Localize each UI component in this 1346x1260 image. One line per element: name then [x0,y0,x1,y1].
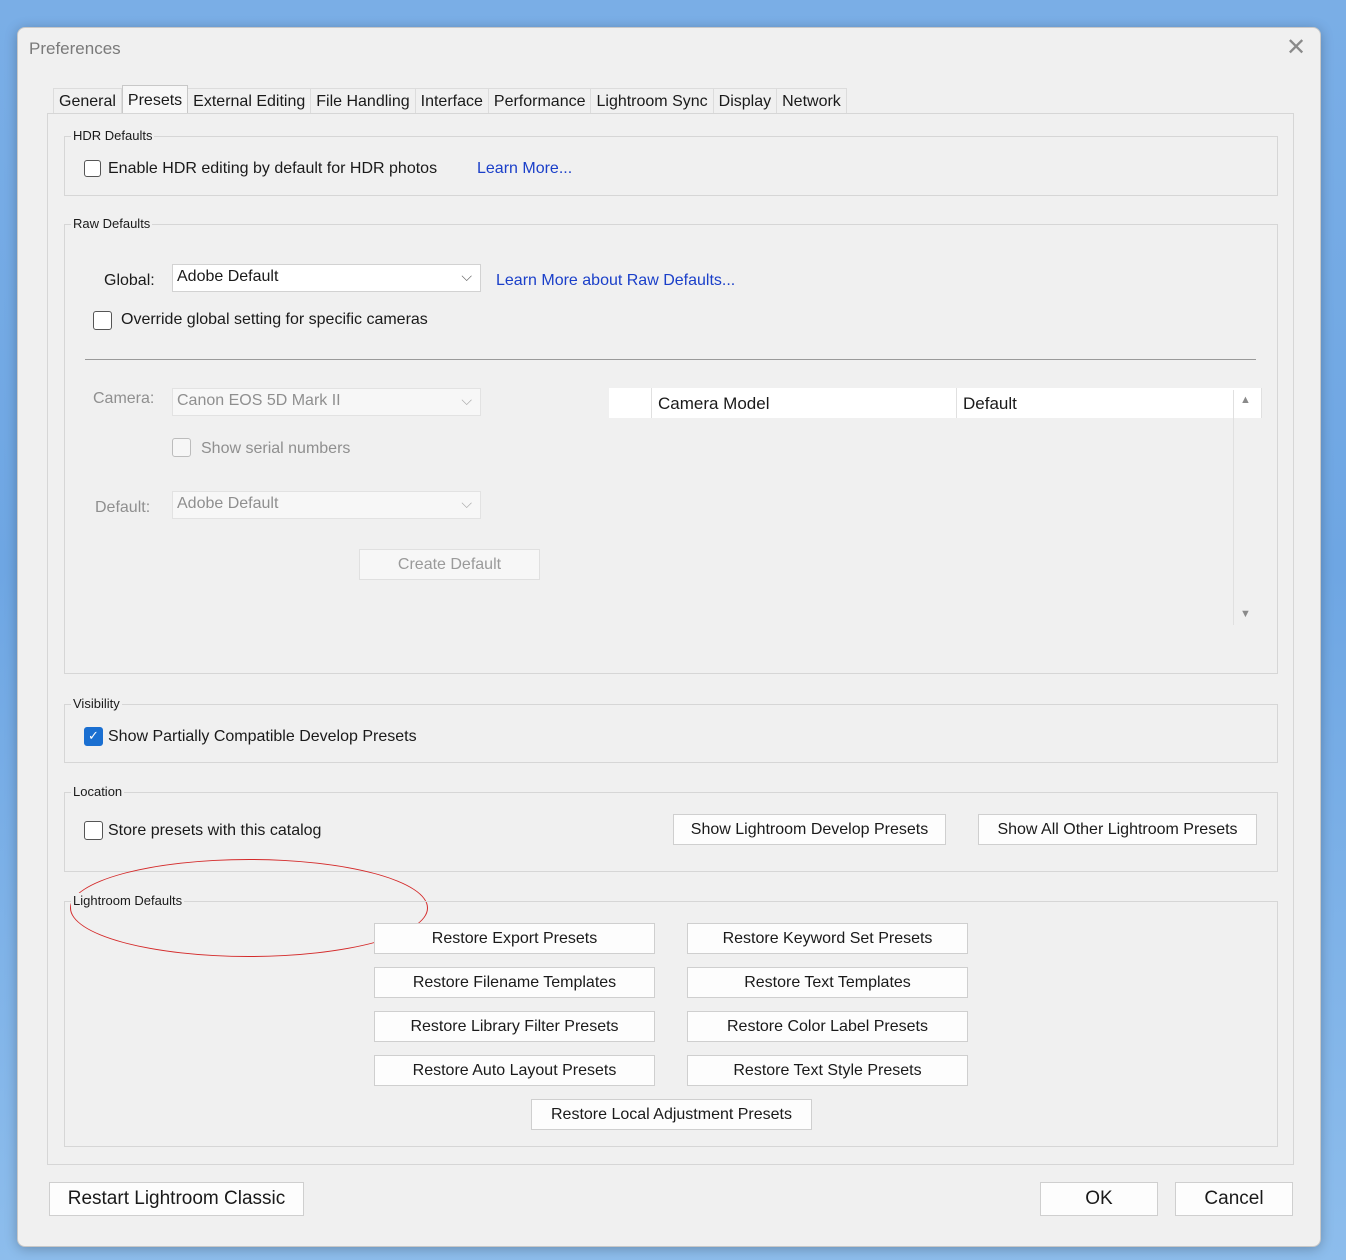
hdr-learn-more-link[interactable]: Learn More... [477,160,572,178]
restore-text-style-presets-button[interactable]: Restore Text Style Presets [687,1055,968,1086]
visibility-checkbox[interactable]: ✓ [84,727,103,746]
raw-learn-more-link[interactable]: Learn More about Raw Defaults... [496,272,735,290]
camera-select-value: Canon EOS 5D Mark II [177,392,341,409]
hdr-checkbox[interactable] [84,160,101,177]
restore-color-label-presets-button[interactable]: Restore Color Label Presets [687,1011,968,1042]
raw-divider [85,359,1256,360]
table-header-blank [609,388,652,418]
tab-presets[interactable]: Presets [121,85,189,114]
default-select-value: Adobe Default [177,495,279,512]
tab-general[interactable]: General [53,88,122,114]
lightroom-defaults-legend: Lightroom Defaults [71,893,185,908]
visibility-legend: Visibility [71,696,122,711]
visibility-checkbox-label[interactable]: Show Partially Compatible Develop Preset… [108,728,417,746]
show-other-presets-button[interactable]: Show All Other Lightroom Presets [978,814,1257,845]
restore-local-adjustment-presets-button[interactable]: Restore Local Adjustment Presets [531,1099,812,1130]
window-title: Preferences [29,39,121,58]
restore-keyword-set-presets-button[interactable]: Restore Keyword Set Presets [687,923,968,954]
store-presets-label[interactable]: Store presets with this catalog [108,822,321,840]
store-presets-checkbox[interactable] [84,821,103,840]
default-label: Default: [95,499,151,516]
camera-label: Camera: [93,390,155,407]
camera-select: Canon EOS 5D Mark II ⌵ [172,388,481,416]
restart-lightroom-button[interactable]: Restart Lightroom Classic [49,1182,304,1216]
restore-filename-templates-button[interactable]: Restore Filename Templates [374,967,655,998]
hdr-defaults-legend: HDR Defaults [71,128,155,143]
table-header-camera-model[interactable]: Camera Model [652,388,957,418]
default-select: Adobe Default ⌵ [172,491,481,519]
show-develop-presets-button[interactable]: Show Lightroom Develop Presets [673,814,946,845]
scroll-down-icon[interactable]: ▼ [1240,608,1251,620]
restore-text-templates-button[interactable]: Restore Text Templates [687,967,968,998]
raw-defaults-legend: Raw Defaults [71,216,153,231]
override-checkbox[interactable] [93,311,112,330]
serial-numbers-checkbox [172,438,191,457]
chevron-down-icon: ⌵ [461,268,472,284]
tab-lightroom-sync[interactable]: Lightroom Sync [591,88,714,114]
tab-external-editing[interactable]: External Editing [188,88,312,114]
scroll-up-icon[interactable]: ▲ [1240,394,1251,406]
ok-button[interactable]: OK [1040,1182,1158,1216]
tab-performance[interactable]: Performance [488,88,592,114]
tab-network[interactable]: Network [777,88,847,114]
close-icon[interactable]: ✕ [1282,34,1310,62]
global-label: Global: [104,272,155,289]
restore-library-filter-presets-button[interactable]: Restore Library Filter Presets [374,1011,655,1042]
chevron-down-icon: ⌵ [461,495,472,511]
override-checkbox-label[interactable]: Override global setting for specific cam… [121,311,428,329]
cancel-button[interactable]: Cancel [1175,1182,1293,1216]
check-icon: ✓ [88,728,99,743]
hdr-checkbox-label[interactable]: Enable HDR editing by default for HDR ph… [108,160,437,178]
tab-display[interactable]: Display [713,88,778,114]
table-header-default[interactable]: Default [957,388,1262,418]
presets-panel: HDR Defaults Enable HDR editing by defau… [47,113,1294,1165]
serial-numbers-label: Show serial numbers [201,440,351,457]
global-select[interactable]: Adobe Default ⌵ [172,264,481,292]
create-default-button: Create Default [359,549,540,580]
tab-interface[interactable]: Interface [415,88,489,114]
tab-file-handling[interactable]: File Handling [311,88,416,114]
camera-defaults-table[interactable]: Camera Model Default [609,388,1262,625]
restore-export-presets-button[interactable]: Restore Export Presets [374,923,655,954]
chevron-down-icon: ⌵ [461,392,472,408]
location-legend: Location [71,784,125,799]
restore-auto-layout-presets-button[interactable]: Restore Auto Layout Presets [374,1055,655,1086]
global-select-value: Adobe Default [177,268,279,285]
tab-bar: General Presets External Editing File Ha… [53,85,847,114]
table-scrollbar-track[interactable] [1233,390,1234,625]
preferences-window: Preferences ✕ General Presets External E… [17,27,1321,1247]
